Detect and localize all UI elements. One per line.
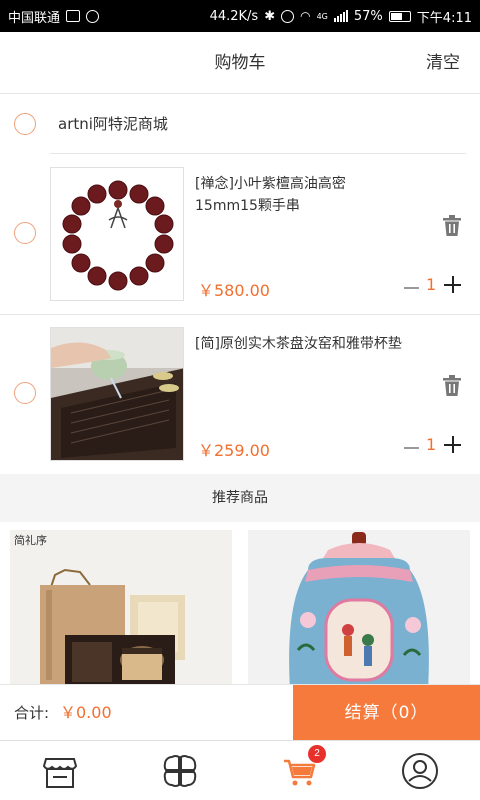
nav-category[interactable] — [160, 751, 200, 791]
page-title: 购物车 — [214, 53, 266, 73]
delete-icon[interactable] — [442, 215, 462, 237]
alarm-icon — [281, 9, 295, 23]
clear-cart-button[interactable]: 清空 — [426, 32, 460, 94]
category-icon — [163, 755, 197, 787]
tea-tray-image — [51, 328, 183, 460]
bracelet-image — [51, 168, 183, 300]
bottom-nav: 2 — [0, 740, 480, 800]
checkout-bar: 合计: ￥0.00 结算（0） — [0, 684, 480, 741]
nav-cart[interactable]: 2 — [280, 745, 326, 791]
network-type: 4G — [316, 11, 328, 21]
shop-select-checkbox[interactable] — [14, 113, 36, 135]
quantity-decrease-button[interactable] — [404, 277, 420, 297]
product-image-tea-tray[interactable] — [50, 327, 184, 461]
cart-item: [禅念]小叶紫檀高油高密15mm15颗手串 ￥580.00 1 — [0, 155, 480, 315]
shop-name[interactable]: artni阿特泥商城 — [58, 94, 168, 154]
product-title[interactable]: [简]原创实木茶盘汝窑和雅带杯垫 — [195, 333, 405, 355]
status-bar: 中国联通 44.2K/s ✱ ◠ 4G 57% 下午4:11 — [0, 0, 480, 32]
recommend-product-card[interactable]: 简礼序 — [10, 530, 232, 684]
divider — [50, 153, 466, 154]
mail-icon — [66, 10, 81, 22]
battery-icon — [388, 10, 411, 22]
famille-rose-jar-image — [248, 530, 470, 684]
quantity-increase-button[interactable] — [444, 276, 462, 294]
brand-text: 简礼序 — [14, 533, 47, 547]
delete-icon[interactable] — [442, 375, 462, 397]
total-label: 合计: — [14, 704, 50, 722]
quantity-increase-button[interactable] — [444, 436, 462, 454]
profile-icon — [402, 753, 438, 789]
item-select-checkbox[interactable] — [14, 222, 36, 244]
recommend-grid: 简礼序 — [0, 522, 480, 684]
recommend-section-title: 推荐商品 — [0, 474, 480, 522]
product-image-bracelet[interactable] — [50, 167, 184, 301]
nav-profile[interactable] — [400, 751, 440, 791]
quantity-decrease-button[interactable] — [404, 437, 420, 457]
total-amount: ￥0.00 — [60, 703, 112, 722]
wifi-icon: ◠ — [300, 9, 311, 23]
notification-icon — [86, 9, 100, 23]
quantity-value: 1 — [426, 275, 437, 294]
cart-item: [简]原创实木茶盘汝窑和雅带杯垫 ￥259.00 1 — [0, 315, 480, 475]
item-select-checkbox[interactable] — [14, 382, 36, 404]
carrier-label: 中国联通 — [8, 10, 61, 26]
cart-count-badge: 2 — [308, 745, 326, 763]
cart-header: 购物车 清空 — [0, 32, 480, 94]
nav-store[interactable] — [40, 751, 80, 791]
product-price: ￥580.00 — [198, 281, 270, 300]
quantity-value: 1 — [426, 435, 437, 454]
tea-gift-box-image: 简礼序 — [10, 530, 232, 684]
product-price: ￥259.00 — [198, 441, 270, 460]
battery-percent: 57% — [353, 8, 383, 24]
checkout-button[interactable]: 结算（0） — [293, 685, 480, 741]
shop-row: artni阿特泥商城 — [0, 94, 480, 154]
store-icon — [42, 758, 78, 788]
net-speed: 44.2K/s — [209, 8, 259, 24]
recommend-product-card[interactable] — [248, 530, 470, 684]
signal-icon — [333, 10, 348, 22]
clock: 下午4:11 — [416, 10, 472, 26]
product-title[interactable]: [禅念]小叶紫檀高油高密15mm15颗手串 — [195, 173, 405, 217]
bluetooth-icon: ✱ — [264, 8, 276, 24]
